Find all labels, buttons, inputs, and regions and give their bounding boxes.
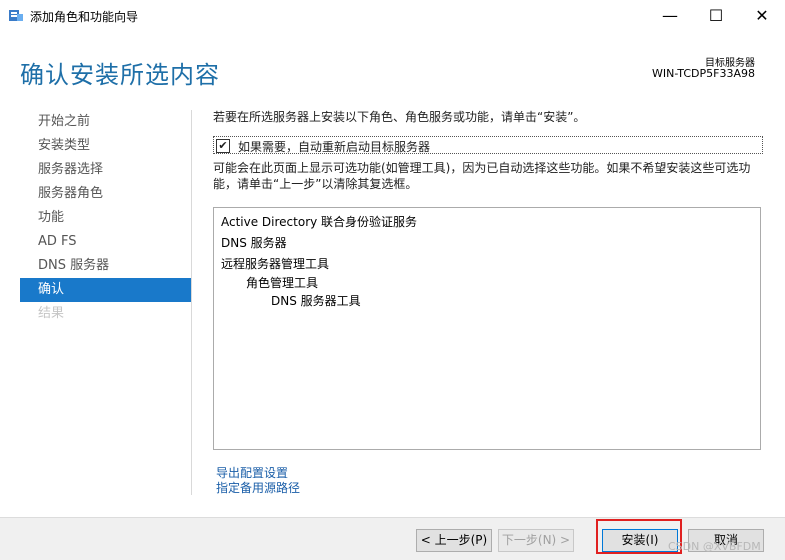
minimize-button[interactable]: — xyxy=(647,0,693,31)
close-button[interactable]: ✕ xyxy=(739,0,785,31)
list-item: 远程服务器管理工具 xyxy=(221,257,330,271)
export-config-link[interactable]: 导出配置设置 xyxy=(216,466,300,481)
maximize-button[interactable]: ☐ xyxy=(693,0,739,31)
page-title: 确认安装所选内容 xyxy=(20,61,220,89)
target-server-name: WIN-TCDP5F33A98 xyxy=(651,67,755,80)
previous-button[interactable]: < 上一步(P) xyxy=(416,529,492,552)
list-item: 角色管理工具 xyxy=(246,276,319,290)
alternate-source-link[interactable]: 指定备用源路径 xyxy=(216,481,300,496)
restart-option[interactable]: ✔ 如果需要，自动重新启动目标服务器 xyxy=(213,136,763,154)
selection-list[interactable]: Active Directory 联合身份验证服务 DNS 服务器 远程服务器管… xyxy=(213,207,761,450)
nav-item-features[interactable]: 功能 xyxy=(20,206,191,230)
nav-item-installation-type[interactable]: 安装类型 xyxy=(20,134,191,158)
footer-bar: < 上一步(P) 下一步(N) > 安装(I) 取消 xyxy=(0,517,785,560)
nav-item-results: 结果 xyxy=(38,306,65,321)
wizard-nav: 开始之前 安装类型 服务器选择 服务器角色 功能 AD FS DNS 服务器 确… xyxy=(20,110,191,326)
nav-item-before-you-begin[interactable]: 开始之前 xyxy=(20,110,191,134)
nav-item-server-selection[interactable]: 服务器选择 xyxy=(20,158,191,182)
list-item: DNS 服务器工具 xyxy=(271,294,361,308)
server-manager-icon xyxy=(9,10,23,21)
restart-checkbox[interactable]: ✔ xyxy=(216,139,230,153)
links: 导出配置设置 指定备用源路径 xyxy=(216,466,300,496)
window-title: 添加角色和功能向导 xyxy=(30,10,139,24)
nav-item-dns-server[interactable]: DNS 服务器 xyxy=(20,254,191,278)
title-bar: 添加角色和功能向导 — ☐ ✕ xyxy=(0,0,785,31)
next-button: 下一步(N) > xyxy=(498,529,574,552)
nav-item-confirmation[interactable]: 确认 xyxy=(20,278,191,302)
restart-checkbox-label[interactable]: 如果需要，自动重新启动目标服务器 xyxy=(238,138,430,155)
list-item: Active Directory 联合身份验证服务 xyxy=(221,215,418,229)
list-item: DNS 服务器 xyxy=(221,236,287,250)
intro-text: 若要在所选服务器上安装以下角色、角色服务或功能，请单击“安装”。 xyxy=(213,110,586,124)
install-button[interactable]: 安装(I) xyxy=(602,529,678,552)
optional-features-note: 可能会在此页面上显示可选功能(如管理工具)，因为已自动选择这些功能。如果不希望安… xyxy=(213,161,751,191)
nav-item-ad-fs[interactable]: AD FS xyxy=(20,230,191,254)
watermark: CSDN @XVBFDM xyxy=(668,540,761,553)
nav-item-server-roles[interactable]: 服务器角色 xyxy=(20,182,191,206)
nav-divider xyxy=(191,110,192,495)
